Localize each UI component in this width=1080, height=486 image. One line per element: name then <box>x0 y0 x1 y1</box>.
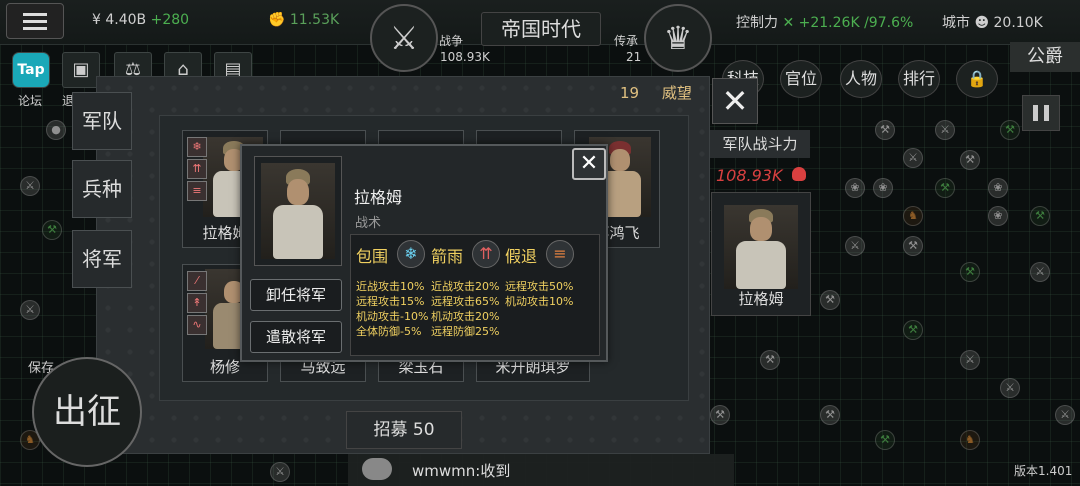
city-stat: 城市 ☻ 20.10K <box>942 12 1043 32</box>
effect-text: 远程防御25% <box>431 325 500 338</box>
rank-badge: 公爵 <box>1010 42 1080 72</box>
chat-message: wmwmn:收到 <box>412 462 511 480</box>
skull-icon <box>792 167 806 181</box>
tab-generals[interactable]: 将军 <box>72 230 132 288</box>
prestige: 19 威望 <box>620 82 692 103</box>
control-value: +21.26K /97.6% <box>798 15 914 31</box>
close-icon: ✕ <box>579 151 599 176</box>
general-name: 拉格姆 <box>354 188 403 207</box>
effect-text: 远程攻击65% <box>431 295 500 308</box>
top-bar: ¥ 4.40B +280 ✊ 11.53K 帝国时代 战争 108.93K 传承… <box>0 0 1080 64</box>
tab-army[interactable]: 军队 <box>72 92 132 150</box>
pause-icon <box>1044 105 1049 121</box>
effect-text: 全体防御-5% <box>356 325 422 338</box>
city-label: 城市 <box>942 15 970 31</box>
hand-icon: ✊ <box>268 12 286 28</box>
snowflake-icon[interactable]: ❄ <box>397 240 425 268</box>
effect-text: 机动攻击-10% <box>356 310 429 323</box>
general-portrait <box>724 205 798 289</box>
close-panel-button[interactable]: ✕ <box>712 78 758 124</box>
arrows-icon[interactable]: ⇈ <box>472 240 500 268</box>
money-value: 4.40B <box>105 12 147 28</box>
skill-icon: ↟ <box>187 293 207 313</box>
effect-text: 机动攻击10% <box>505 295 574 308</box>
menu-icon <box>23 20 47 23</box>
retreat-skill-icon: ≡ <box>187 181 207 201</box>
menu-icon <box>23 13 47 16</box>
army-power-value: 108.93K <box>716 166 783 185</box>
tactics-label: 战术 <box>355 216 382 231</box>
chat-icon[interactable] <box>362 458 392 480</box>
prestige-value: 19 <box>620 84 640 102</box>
tab-officials[interactable]: 官位 <box>780 60 822 98</box>
effect-text: 远程攻击50% <box>505 280 574 293</box>
army-general-card[interactable]: 拉格姆 <box>711 192 811 316</box>
encircle-skill-icon: ❄ <box>187 137 207 157</box>
prestige-label: 威望 <box>661 84 692 102</box>
tap-button[interactable]: Tap <box>12 52 50 88</box>
war-label: 战争 <box>439 34 464 48</box>
arrow-rain-skill-icon: ⇈ <box>187 159 207 179</box>
money-delta: +280 <box>150 12 190 28</box>
crossed-swords-icon: ✕ <box>782 15 795 31</box>
crown-icon[interactable]: ♛ <box>644 4 712 72</box>
city-value: 20.10K <box>993 15 1043 31</box>
save-icon[interactable]: ▣ <box>62 52 100 88</box>
menu-button[interactable] <box>6 3 64 39</box>
tab-characters[interactable]: 人物 <box>840 60 882 98</box>
menu-icon <box>23 27 47 30</box>
skill-icon: ∿ <box>187 315 207 335</box>
war-value: 108.93K <box>440 50 490 64</box>
tab-ranking[interactable]: 排行 <box>898 60 940 98</box>
skill-feint-retreat-label: 假退 <box>505 247 538 266</box>
chat-bar[interactable]: wmwmn:收到 <box>348 454 734 486</box>
legacy-label: 传承 <box>614 34 639 48</box>
skill-icon: ⁄ <box>187 271 207 291</box>
version-label: 版本1.401 <box>1014 464 1073 478</box>
lock-icon: 🔒 <box>967 69 987 88</box>
skill-encircle-label: 包围 <box>356 247 389 266</box>
depart-button[interactable]: 出征 <box>32 357 142 467</box>
army-power-title: 军队战斗力 <box>710 130 810 158</box>
effect-text: 近战攻击10% <box>356 280 425 293</box>
money-stat: ¥ 4.40B +280 <box>92 12 189 28</box>
close-popup-button[interactable]: ✕ <box>572 148 606 180</box>
tab-locked[interactable]: 🔒 <box>956 60 998 98</box>
effect-text: 机动攻击20% <box>431 310 500 323</box>
disband-general-button[interactable]: 遣散将军 <box>250 321 342 353</box>
pause-icon <box>1033 105 1038 121</box>
army-general-name: 拉格姆 <box>738 290 784 308</box>
control-label: 控制力 <box>736 15 778 31</box>
power-stat: ✊ 11.53K <box>268 12 339 28</box>
effect-text: 远程攻击15% <box>356 295 425 308</box>
general-portrait <box>254 156 342 266</box>
tab-troop-types[interactable]: 兵种 <box>72 160 132 218</box>
war-swords-icon[interactable]: ⚔ <box>370 4 438 72</box>
skill-arrow-rain-label: 箭雨 <box>431 247 464 266</box>
recruit-button[interactable]: 招募 50 <box>346 411 462 449</box>
power-value: 11.53K <box>289 12 340 28</box>
legacy-value: 21 <box>626 50 642 64</box>
retreat-icon[interactable]: ≡ <box>546 240 574 268</box>
people-icon: ☻ <box>974 15 990 31</box>
coins-icon: ¥ <box>92 12 101 28</box>
empire-title: 帝国时代 <box>481 12 601 46</box>
close-icon: ✕ <box>721 82 749 120</box>
effect-text: 近战攻击20% <box>431 280 500 293</box>
dismiss-general-button[interactable]: 卸任将军 <box>250 279 342 311</box>
pause-button[interactable] <box>1022 95 1060 131</box>
forum-label[interactable]: 论坛 <box>18 92 42 109</box>
control-stat: 控制力 ✕ +21.26K /97.6% <box>736 12 913 32</box>
